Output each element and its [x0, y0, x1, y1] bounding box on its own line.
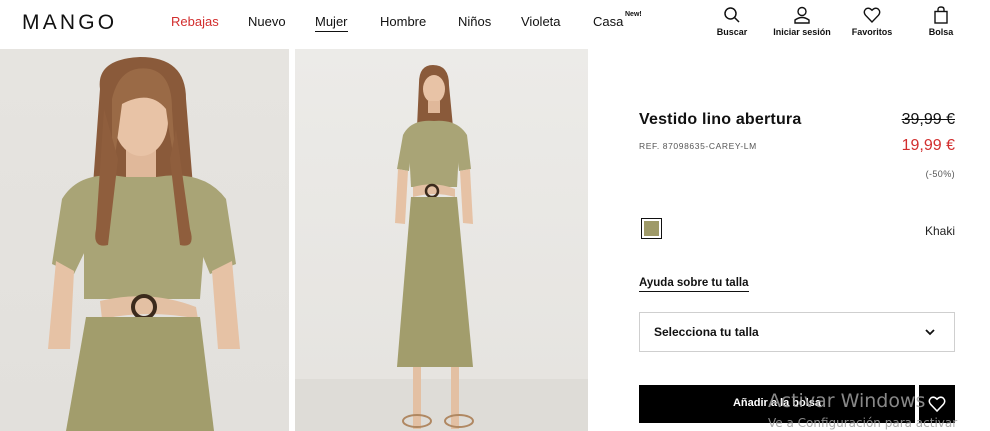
original-price: 39,99 € — [901, 111, 955, 128]
nav-item-mujer[interactable]: Mujer — [315, 14, 348, 32]
nav-item-nuevo[interactable]: Nuevo — [248, 14, 286, 29]
site-header: MANGO Rebajas Nuevo Mujer Hombre Niños V… — [0, 0, 990, 46]
search-button[interactable]: Buscar — [713, 6, 751, 37]
size-help-link[interactable]: Ayuda sobre tu talla — [639, 277, 749, 292]
login-button[interactable]: Iniciar sesión — [770, 6, 834, 37]
login-label: Iniciar sesión — [773, 27, 831, 37]
bag-label: Bolsa — [928, 27, 954, 37]
favorites-label: Favoritos — [851, 27, 893, 37]
bag-icon — [934, 6, 948, 24]
product-photo-closeup[interactable] — [0, 49, 289, 431]
nav-item-casa[interactable]: Casa — [593, 14, 623, 29]
color-swatch-khaki[interactable] — [641, 218, 662, 239]
model-fullbody-illustration — [295, 65, 588, 431]
user-icon — [794, 6, 810, 24]
chevron-down-icon — [925, 329, 935, 336]
nav-item-ninos[interactable]: Niños — [458, 14, 491, 29]
windows-activation-subtitle: Ve a Configuración para activar — [768, 416, 958, 430]
favorites-button[interactable]: Favoritos — [849, 6, 895, 37]
search-label: Buscar — [716, 27, 748, 37]
windows-activation-title: Activar Windows — [768, 390, 926, 412]
size-select-label: Selecciona tu talla — [654, 325, 759, 339]
mango-logo[interactable]: MANGO — [22, 11, 117, 35]
new-badge: New! — [625, 11, 642, 18]
swatch-fill — [644, 221, 659, 236]
product-reference: REF. 87098635-CAREY-LM — [639, 141, 757, 151]
bag-button[interactable]: Bolsa — [925, 6, 957, 37]
size-select[interactable]: Selecciona tu talla — [639, 312, 955, 352]
product-detail-panel: Vestido lino abertura 39,99 € REF. 87098… — [639, 49, 955, 431]
heart-icon — [863, 7, 881, 24]
discount-badge: (-50%) — [925, 169, 955, 179]
nav-item-hombre[interactable]: Hombre — [380, 14, 426, 29]
sale-price: 19,99 € — [901, 137, 955, 154]
heart-outline-icon — [928, 396, 946, 413]
product-photo-fullbody[interactable] — [295, 49, 588, 431]
product-title: Vestido lino abertura — [639, 111, 802, 128]
nav-item-violeta[interactable]: Violeta — [521, 14, 561, 29]
selected-color-name: Khaki — [924, 224, 955, 238]
model-closeup-illustration — [48, 57, 240, 431]
nav-item-rebajas[interactable]: Rebajas — [171, 14, 219, 29]
search-icon — [724, 7, 740, 23]
